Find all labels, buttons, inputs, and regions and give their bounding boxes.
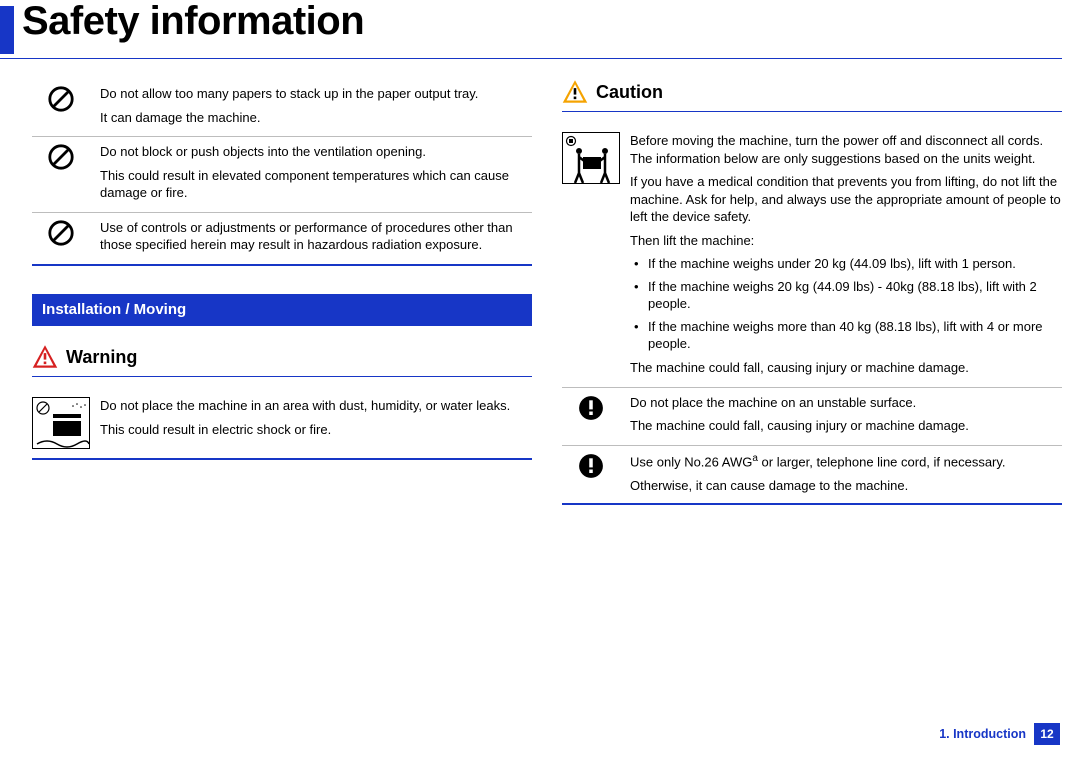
- mandatory-icon: [562, 394, 620, 435]
- text-line: Otherwise, it can cause damage to the ma…: [630, 477, 1062, 495]
- safety-row: Do not place the machine in an area with…: [32, 391, 532, 459]
- text-line: Use only No.26 AWGa or larger, telephone…: [630, 452, 1062, 471]
- text-line: It can damage the machine.: [100, 109, 532, 127]
- safety-text: Use of controls or adjustments or perfor…: [100, 219, 532, 254]
- list-item: If the machine weighs 20 kg (44.09 lbs) …: [632, 278, 1062, 313]
- warning-underline: [32, 376, 532, 377]
- warning-heading: Warning: [32, 344, 532, 370]
- page-footer: 1. Introduction 12: [939, 723, 1060, 745]
- section-separator: [562, 503, 1062, 505]
- text-line: Do not place the machine in an area with…: [100, 397, 532, 415]
- safety-row: Use only No.26 AWGa or larger, telephone…: [562, 446, 1062, 504]
- text-line: The machine could fall, causing injury o…: [630, 359, 1062, 377]
- section-separator: [32, 264, 532, 266]
- weight-list: If the machine weighs under 20 kg (44.09…: [632, 255, 1062, 353]
- list-item: If the machine weighs more than 40 kg (8…: [632, 318, 1062, 353]
- right-column: Caution Before moving the machine, turn …: [562, 79, 1062, 505]
- safety-row: Before moving the machine, turn the powe…: [562, 126, 1062, 388]
- warning-icon: [32, 344, 58, 370]
- footer-page-number: 12: [1034, 723, 1060, 745]
- safety-text: Do not allow too many papers to stack up…: [100, 85, 532, 126]
- safety-row: Do not block or push objects into the ve…: [32, 137, 532, 213]
- list-item: If the machine weighs under 20 kg (44.09…: [632, 255, 1062, 273]
- caution-label: Caution: [596, 80, 663, 104]
- title-bar: Safety information: [0, 0, 1080, 54]
- left-column: Do not allow too many papers to stack up…: [32, 79, 532, 505]
- text-line: If you have a medical condition that pre…: [630, 173, 1062, 226]
- text-line: Do not block or push objects into the ve…: [100, 143, 532, 161]
- safety-text: Do not block or push objects into the ve…: [100, 143, 532, 202]
- text-line: Do not allow too many papers to stack up…: [100, 85, 532, 103]
- text-line: Use of controls or adjustments or perfor…: [100, 219, 532, 254]
- safety-text: Before moving the machine, turn the powe…: [630, 132, 1062, 377]
- prohibit-icon: [32, 85, 90, 126]
- safety-row: Do not place the machine on an unstable …: [562, 388, 1062, 446]
- page-title: Safety information: [22, 0, 364, 42]
- prohibit-icon: [32, 219, 90, 254]
- caution-icon: [562, 79, 588, 105]
- text-line: This could result in electric shock or f…: [100, 421, 532, 439]
- text-line: Before moving the machine, turn the powe…: [630, 132, 1062, 167]
- section-heading-bar: Installation / Moving: [32, 294, 532, 326]
- warning-label: Warning: [66, 345, 137, 369]
- text-line: Do not place the machine on an unstable …: [630, 394, 1062, 412]
- caution-underline: [562, 111, 1062, 112]
- text-line: The machine could fall, causing injury o…: [630, 417, 1062, 435]
- safety-text: Do not place the machine on an unstable …: [630, 394, 1062, 435]
- section-separator: [32, 458, 532, 460]
- safety-text: Do not place the machine in an area with…: [100, 397, 532, 449]
- water-hazard-icon: [32, 397, 90, 449]
- caution-heading: Caution: [562, 79, 1062, 105]
- safety-row: Do not allow too many papers to stack up…: [32, 79, 532, 137]
- mandatory-icon: [562, 452, 620, 494]
- text-line: This could result in elevated component …: [100, 167, 532, 202]
- lifting-icon: [562, 132, 620, 377]
- content-columns: Do not allow too many papers to stack up…: [0, 59, 1080, 505]
- text-line: Then lift the machine:: [630, 232, 1062, 250]
- prohibit-icon: [32, 143, 90, 202]
- title-accent: [0, 6, 14, 54]
- safety-text: Use only No.26 AWGa or larger, telephone…: [630, 452, 1062, 494]
- footer-chapter: 1. Introduction: [939, 727, 1026, 741]
- safety-row: Use of controls or adjustments or perfor…: [32, 213, 532, 265]
